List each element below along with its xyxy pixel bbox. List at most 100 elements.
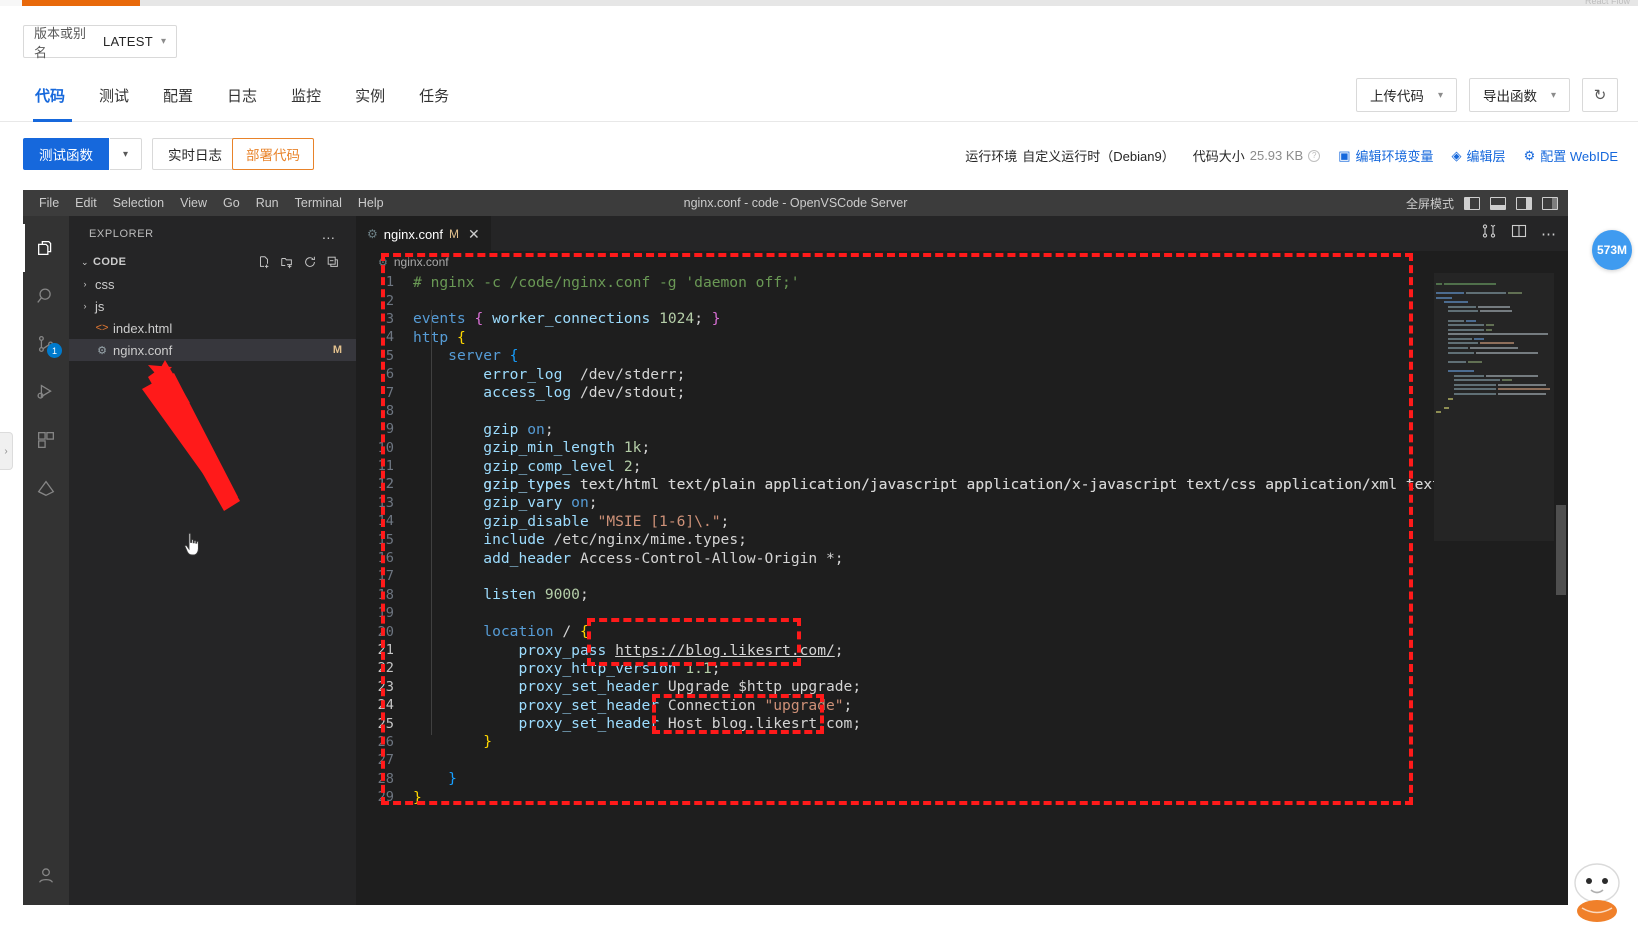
explorer-more-actions-icon[interactable]: … [321, 226, 336, 242]
menu-help[interactable]: Help [350, 194, 392, 212]
runtime-label: 运行环境 [965, 149, 1018, 164]
menu-run[interactable]: Run [248, 194, 287, 212]
toggle-panel-icon[interactable] [1490, 196, 1506, 210]
menu-file[interactable]: File [31, 194, 67, 212]
code-line: 17 [356, 567, 1568, 585]
explorer-item-css[interactable]: › css [69, 273, 356, 295]
menu-go[interactable]: Go [215, 194, 248, 212]
edit-env-vars-link[interactable]: ▣ 编辑环境变量 [1338, 146, 1433, 165]
line-number: 7 [385, 384, 394, 401]
activity-account[interactable] [23, 851, 69, 899]
mouse-cursor [182, 532, 204, 558]
line-number: 29 [377, 789, 394, 806]
sidebar-collapse-handle[interactable]: › [0, 432, 13, 470]
minimap[interactable] [1434, 273, 1554, 905]
code-line: 26 } [356, 733, 1568, 751]
chevron-down-icon: ▾ [160, 36, 166, 47]
menu-selection[interactable]: Selection [105, 194, 172, 212]
activity-files-explorer[interactable] [23, 224, 69, 272]
line-text: listen 9000; [483, 586, 589, 604]
activity-remote-explorer[interactable] [23, 464, 69, 512]
line-text: access_log /dev/stdout; [483, 384, 686, 402]
run-and-debug-icon [37, 384, 52, 399]
explorer-item-nginx-conf[interactable]: ⚙ nginx.conf M [69, 339, 356, 361]
explorer-item-js[interactable]: › js [69, 295, 356, 317]
more-actions-icon[interactable]: ⋯ [1541, 225, 1556, 243]
editor-scrollbar-vertical[interactable] [1554, 273, 1568, 905]
tab-instances[interactable]: 实例 [338, 68, 402, 122]
tab-tasks[interactable]: 任务 [402, 68, 466, 122]
code-line: 2 [356, 291, 1568, 309]
activity-extensions[interactable] [23, 416, 69, 464]
split-diff-icon[interactable] [1481, 223, 1497, 244]
refresh-icon[interactable] [303, 255, 317, 269]
activity-source-control[interactable]: 1 [23, 320, 69, 368]
minimap-slider[interactable] [1434, 273, 1554, 541]
fullscreen-label[interactable]: 全屏模式 [1406, 195, 1454, 212]
activity-search[interactable] [23, 272, 69, 320]
customize-layout-icon[interactable] [1542, 196, 1558, 210]
tab-config[interactable]: 配置 [146, 68, 210, 122]
nav-tabs: 代码 测试 配置 日志 监控 实例 任务 [23, 68, 466, 122]
close-icon[interactable]: ✕ [468, 226, 480, 243]
explorer-root-section[interactable]: ⌄ CODE [69, 251, 356, 273]
tab-monitor[interactable]: 监控 [274, 68, 338, 122]
edit-layers-label: 编辑层 [1466, 149, 1506, 164]
line-number: 19 [377, 605, 394, 622]
tab-test[interactable]: 测试 [82, 68, 146, 122]
collapse-all-icon[interactable] [326, 255, 340, 269]
tab-label: 实例 [355, 87, 386, 105]
menu-view[interactable]: View [172, 194, 215, 212]
split-editor-icon[interactable] [1511, 223, 1527, 244]
memory-badge[interactable]: 573M [1592, 230, 1632, 270]
line-number: 6 [385, 366, 394, 383]
activity-run-debug[interactable] [23, 368, 69, 416]
breadcrumb[interactable]: ⚙ nginx.conf [356, 251, 1568, 273]
conf-file-icon: ⚙ [378, 256, 388, 269]
deploy-code-button[interactable]: 部署代码 [232, 138, 314, 170]
runtime-value: 自定义运行时（Debian9） [1022, 149, 1175, 164]
explorer-item-index-html[interactable]: <> index.html [69, 317, 356, 339]
toggle-secondary-sidebar-icon[interactable] [1516, 196, 1532, 210]
activity-bottom [23, 851, 69, 899]
edit-layers-link[interactable]: ◈ 编辑层 [1452, 146, 1506, 165]
realtime-log-button[interactable]: 实时日志 [152, 138, 238, 170]
explorer-root-actions [257, 255, 348, 269]
explorer-item-label: nginx.conf [113, 342, 173, 358]
version-select[interactable]: 版本或别名 LATEST ▾ [23, 25, 177, 60]
config-webide-link[interactable]: ⚙ 配置 WebIDE [1524, 146, 1618, 165]
line-number: 15 [377, 531, 394, 548]
code-viewport[interactable]: 1 # nginx -c /code/nginx.conf -g 'daemon … [356, 273, 1568, 905]
line-number: 22 [377, 660, 394, 677]
help-icon[interactable]: ? [1308, 149, 1321, 162]
code-line: 10 gzip_min_length 1k; [356, 439, 1568, 457]
line-number: 21 [377, 642, 394, 658]
menu-edit[interactable]: Edit [67, 194, 105, 212]
code-line: 23 proxy_set_header Upgrade $http_upgrad… [356, 678, 1568, 696]
tab-label: 任务 [419, 87, 450, 105]
modified-badge: M [449, 227, 460, 241]
code-line: 19 [356, 604, 1568, 622]
line-number: 5 [385, 347, 394, 364]
menu-terminal[interactable]: Terminal [287, 194, 350, 212]
vscode-titlebar: File Edit Selection View Go Run Terminal… [23, 190, 1568, 216]
tab-logs[interactable]: 日志 [210, 68, 274, 122]
test-function-dropdown[interactable]: ▾ [110, 138, 142, 170]
explorer-root-label: CODE [93, 256, 127, 268]
version-select-value: LATEST [103, 34, 153, 49]
assistant-mascot[interactable] [1564, 861, 1630, 923]
code-line: 8 [356, 402, 1568, 420]
tab-code[interactable]: 代码 [23, 68, 82, 122]
upload-code-button[interactable]: 上传代码 ▾ [1355, 78, 1457, 112]
new-file-icon[interactable] [257, 255, 271, 269]
line-text: proxy_http_version 1.1; [518, 659, 721, 677]
scrollbar-thumb[interactable] [1556, 505, 1566, 595]
toggle-primary-sidebar-icon[interactable] [1464, 196, 1480, 210]
tab-label: 日志 [227, 87, 258, 105]
export-function-button[interactable]: 导出函数 ▾ [1468, 78, 1570, 112]
code-line: 21 proxy_pass https://blog.likesrt.com/; [356, 641, 1568, 659]
new-folder-icon[interactable] [280, 255, 294, 269]
editor-tab-nginx-conf[interactable]: ⚙ nginx.conf M ✕ [356, 216, 491, 251]
refresh-button[interactable]: ↻ [1582, 78, 1618, 112]
test-function-button[interactable]: 测试函数 [23, 138, 109, 170]
